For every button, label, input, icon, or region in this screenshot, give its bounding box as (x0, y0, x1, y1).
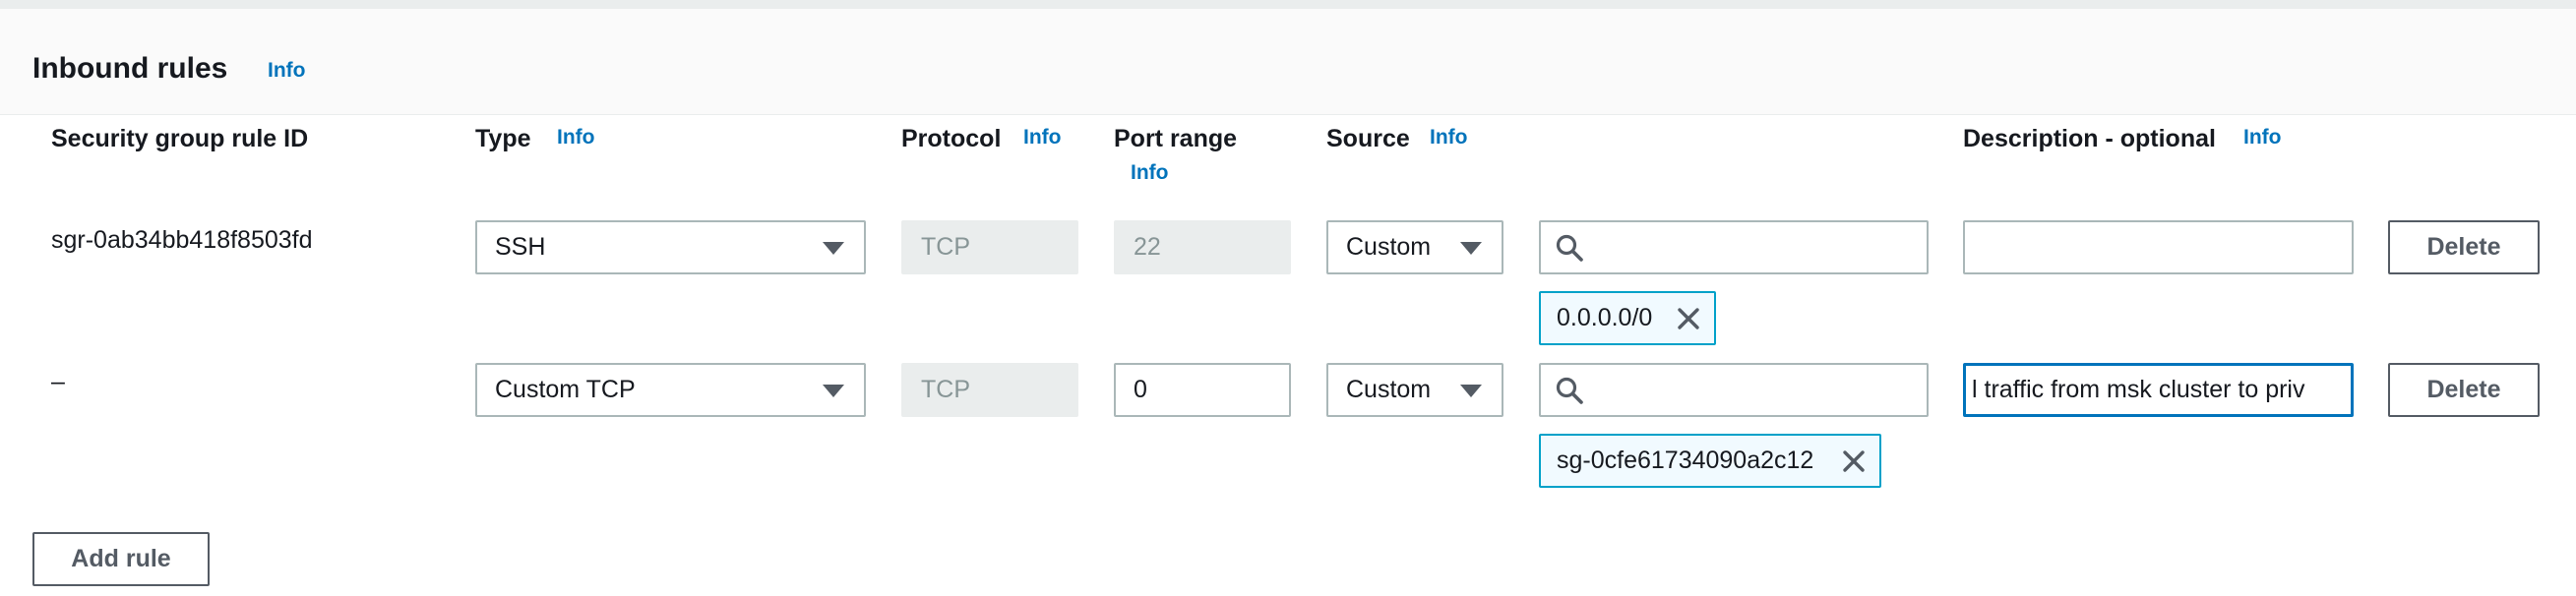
source-search-input[interactable] (1539, 363, 1929, 417)
column-header-type: Type (475, 125, 531, 152)
source-search-input[interactable] (1539, 220, 1929, 274)
search-icon (1556, 234, 1583, 262)
top-divider (0, 0, 2576, 9)
source-info-link[interactable]: Info (1430, 126, 1467, 149)
port-range-input[interactable]: 0 (1114, 363, 1291, 417)
rule-id: – (51, 368, 65, 395)
type-select[interactable]: SSH (475, 220, 866, 274)
source-type-select[interactable]: Custom (1326, 220, 1503, 274)
port-range-info-link[interactable]: Info (1131, 161, 1168, 185)
delete-button[interactable]: Delete (2388, 363, 2540, 417)
type-select-value: Custom TCP (495, 376, 636, 403)
description-input[interactable] (1963, 220, 2354, 274)
caret-down-icon (1460, 385, 1482, 397)
rule-id: sgr-0ab34bb418f8503fd (51, 226, 313, 254)
type-info-link[interactable]: Info (557, 126, 594, 149)
protocol-field: TCP (901, 220, 1078, 274)
source-token: 0.0.0.0/0 (1539, 291, 1716, 345)
port-range-field: 22 (1114, 220, 1291, 274)
column-header-rule-id: Security group rule ID (51, 125, 309, 152)
section-header: Inbound rules Info (0, 9, 2576, 115)
source-type-select[interactable]: Custom (1326, 363, 1503, 417)
column-header-description: Description - optional (1963, 125, 2216, 152)
description-input[interactable]: l traffic from msk cluster to priv (1963, 363, 2354, 417)
delete-button[interactable]: Delete (2388, 220, 2540, 274)
protocol-field: TCP (901, 363, 1078, 417)
page-title: Inbound rules (32, 52, 228, 85)
title-info-link[interactable]: Info (268, 59, 305, 83)
source-token-label: 0.0.0.0/0 (1557, 304, 1653, 331)
source-type-value: Custom (1346, 376, 1432, 403)
close-icon[interactable] (1675, 305, 1702, 332)
caret-down-icon (823, 242, 844, 255)
column-header-protocol: Protocol (901, 125, 1002, 152)
protocol-info-link[interactable]: Info (1023, 126, 1061, 149)
source-token: sg-0cfe61734090a2c12 (1539, 434, 1881, 488)
close-icon[interactable] (1840, 447, 1868, 475)
search-icon (1556, 377, 1583, 404)
source-token-label: sg-0cfe61734090a2c12 (1557, 447, 1814, 474)
column-header-port-range: Port range (1114, 125, 1238, 152)
caret-down-icon (823, 385, 844, 397)
column-header-source: Source (1326, 125, 1410, 152)
caret-down-icon (1460, 242, 1482, 255)
add-rule-button[interactable]: Add rule (32, 532, 210, 586)
source-type-value: Custom (1346, 233, 1432, 261)
description-info-link[interactable]: Info (2243, 126, 2281, 149)
type-select[interactable]: Custom TCP (475, 363, 866, 417)
type-select-value: SSH (495, 233, 546, 261)
